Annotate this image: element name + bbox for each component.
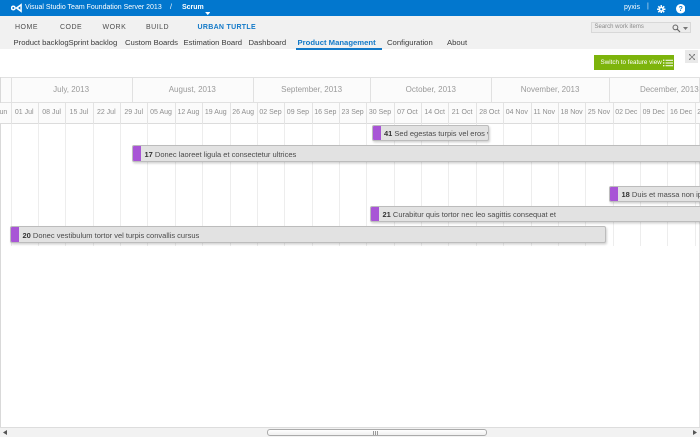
- svg-text:?: ?: [678, 6, 682, 13]
